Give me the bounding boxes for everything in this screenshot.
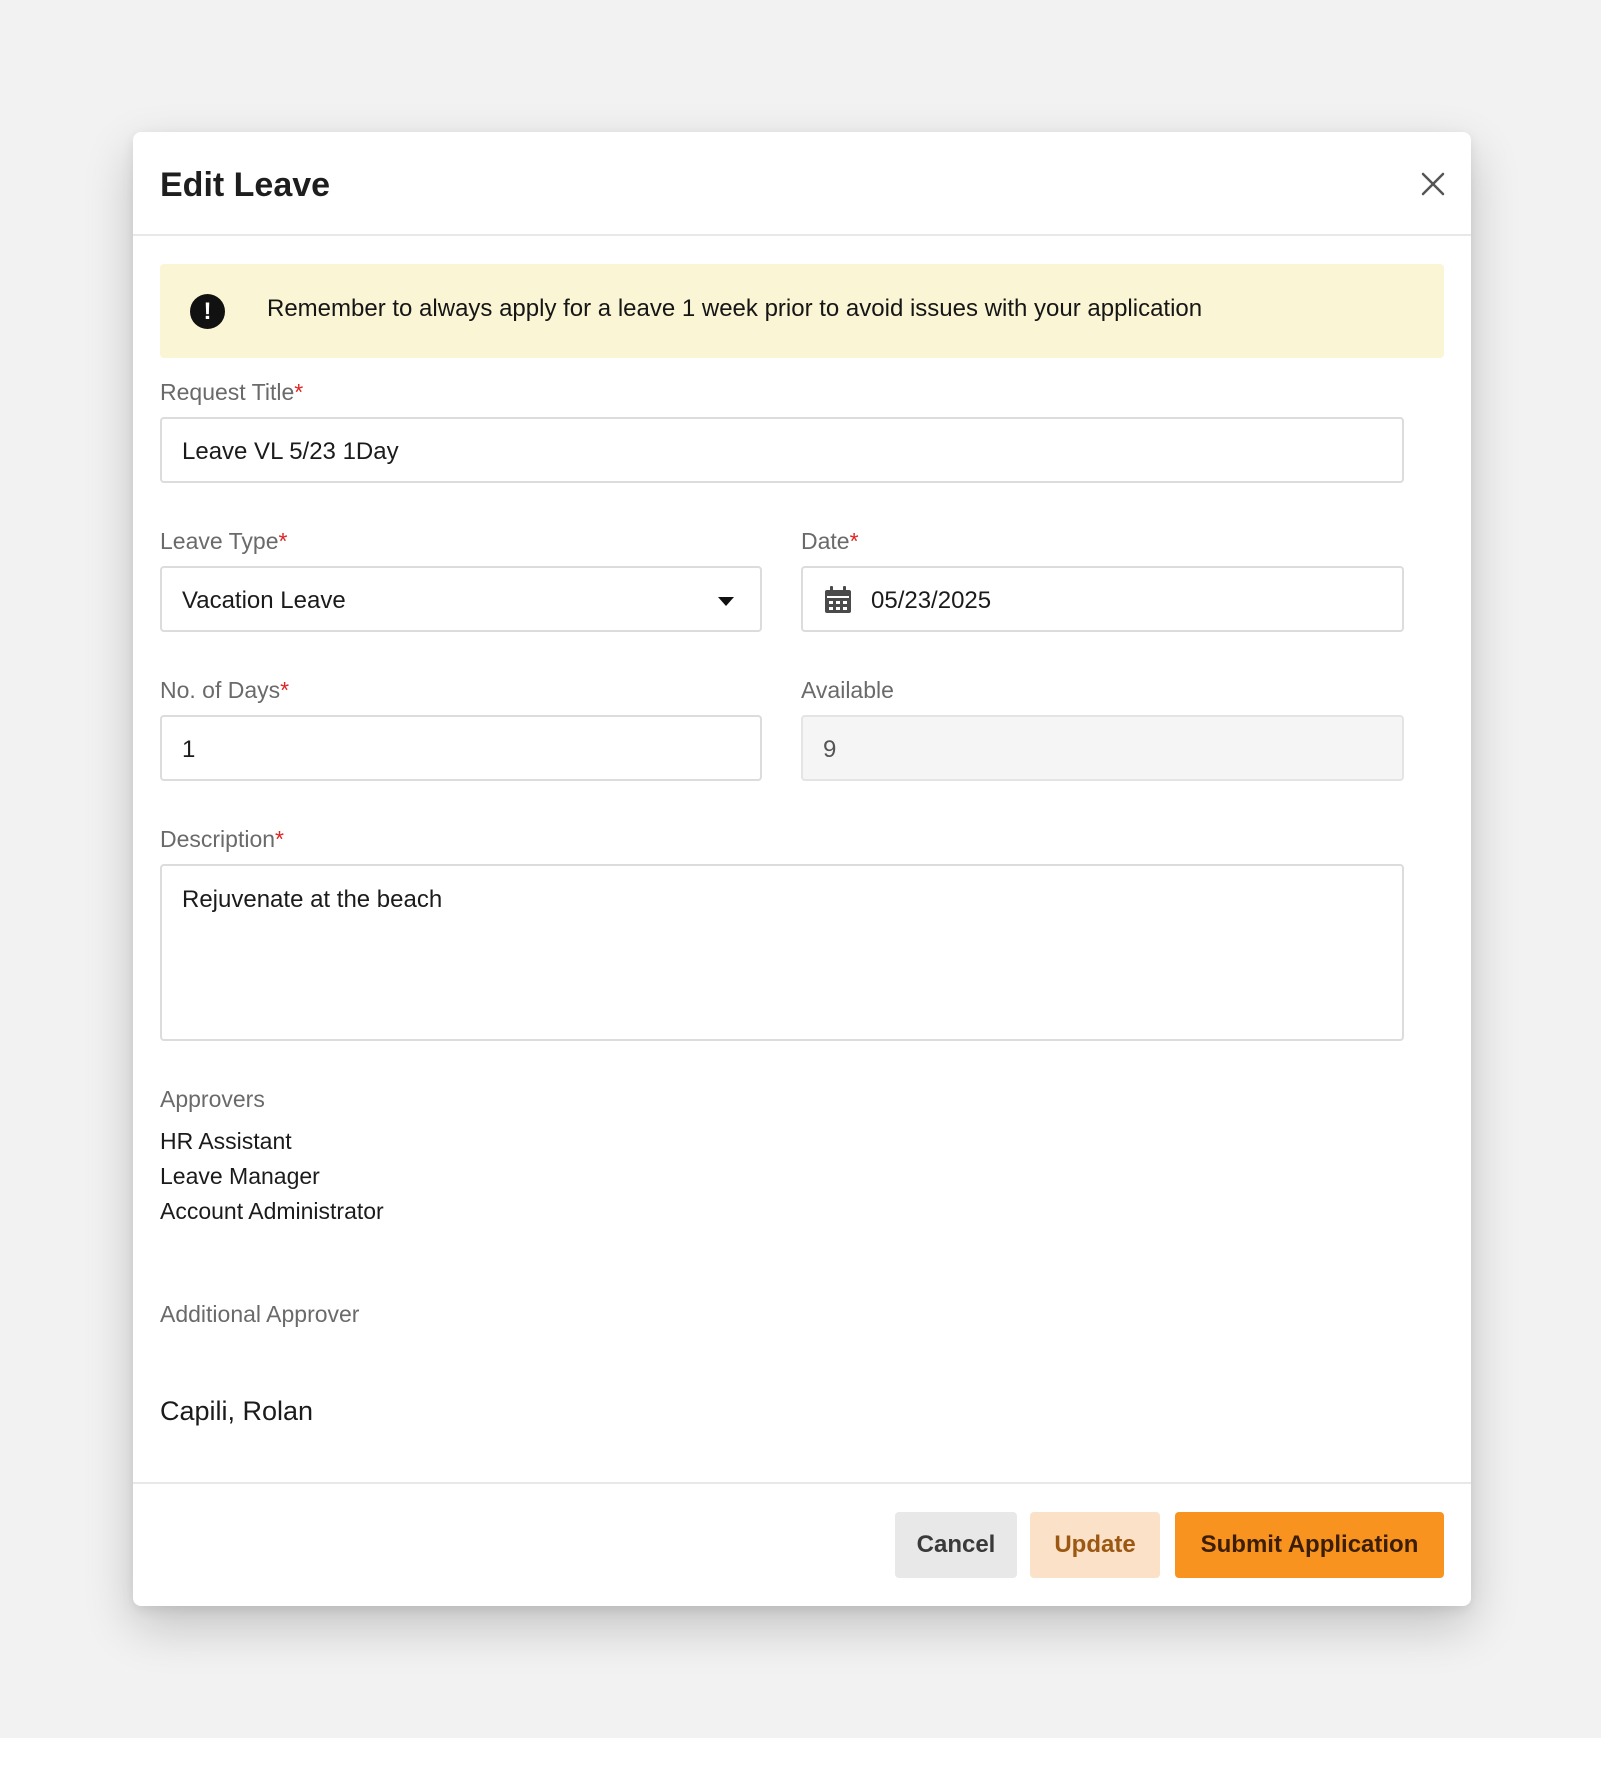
additional-approver-value: Capili, Rolan	[160, 1396, 314, 1426]
approver-item: HR Assistant	[160, 1128, 292, 1154]
date-label: Date*	[801, 528, 859, 554]
approver-item: Account Administrator	[160, 1198, 384, 1224]
close-icon[interactable]	[1415, 166, 1451, 202]
available-value: 9	[823, 736, 837, 763]
exclamation-circle-icon: !	[190, 294, 225, 329]
request-title-input[interactable]: Leave VL 5/23 1Day	[160, 417, 1404, 483]
leave-type-select[interactable]: Vacation Leave	[160, 566, 762, 632]
date-value: 05/23/2025	[871, 587, 992, 614]
no-of-days-label: No. of Days*	[160, 677, 290, 703]
approvers-label: Approvers	[160, 1086, 265, 1112]
footer-divider	[133, 1482, 1471, 1484]
leave-type-label: Leave Type*	[160, 528, 288, 554]
additional-approver-label: Additional Approver	[160, 1301, 360, 1327]
request-title-value: Leave VL 5/23 1Day	[182, 438, 399, 465]
date-input[interactable]: 05/23/2025	[801, 566, 1404, 632]
approver-item: Leave Manager	[160, 1163, 320, 1189]
modal-title: Edit Leave	[160, 166, 331, 204]
request-title-label: Request Title*	[160, 379, 304, 405]
modal-header: Edit Leave	[133, 132, 1471, 236]
description-value: Rejuvenate at the beach	[182, 886, 443, 913]
reminder-alert: ! Remember to always apply for a leave 1…	[160, 264, 1444, 358]
update-button[interactable]: Update	[1030, 1512, 1160, 1578]
available-input: 9	[801, 715, 1404, 781]
edit-leave-modal: Edit Leave ! Remember to always apply fo…	[133, 132, 1471, 1606]
available-label: Available	[801, 677, 894, 703]
cancel-button[interactable]: Cancel	[895, 1512, 1017, 1578]
calendar-icon[interactable]	[823, 585, 853, 615]
description-textarea[interactable]: Rejuvenate at the beach	[160, 864, 1404, 1041]
leave-type-value: Vacation Leave	[182, 587, 346, 614]
no-of-days-input[interactable]: 1	[160, 715, 762, 781]
alert-message: Remember to always apply for a leave 1 w…	[267, 295, 1203, 322]
no-of-days-value: 1	[182, 736, 196, 763]
chevron-down-icon	[718, 597, 734, 606]
submit-application-button[interactable]: Submit Application	[1175, 1512, 1444, 1578]
description-label: Description*	[160, 826, 284, 852]
